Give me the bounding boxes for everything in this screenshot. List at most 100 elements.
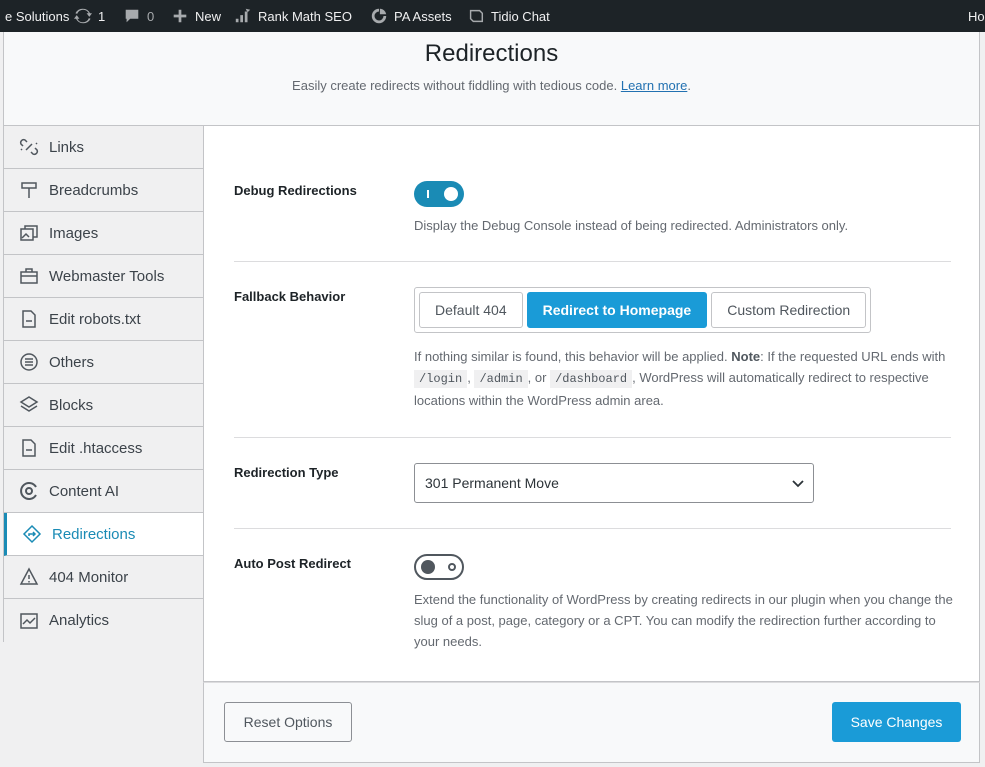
warning-icon <box>19 567 39 587</box>
sidebar-item-label: Redirections <box>52 525 136 543</box>
redirect-to-homepage-option[interactable]: Redirect to Homepage <box>526 292 708 328</box>
toggle-off-indicator <box>448 563 456 571</box>
site-name-link[interactable]: e Solutions <box>5 0 69 32</box>
debug-redirections-label: Debug Redirections <box>234 183 357 198</box>
divider <box>234 261 951 262</box>
dashboard-code: /dashboard <box>550 370 633 388</box>
desc-text: If nothing similar is found, this behavi… <box>414 349 732 364</box>
sidebar-item-images[interactable]: Images <box>4 212 204 255</box>
blocks-icon <box>19 395 39 415</box>
sidebar-item-others[interactable]: Others <box>4 341 204 384</box>
sidebar-item-label: Blocks <box>49 396 94 414</box>
list-circle-icon <box>19 352 39 372</box>
login-code: /login <box>414 370 468 388</box>
divider <box>234 528 951 529</box>
sidebar-item-robots[interactable]: Edit robots.txt <box>4 298 204 341</box>
sidebar-item-webmaster-tools[interactable]: Webmaster Tools <box>4 255 204 298</box>
links-icon <box>19 137 39 157</box>
auto-post-redirect-body: Extend the functionality of WordPress by… <box>414 554 954 652</box>
subtitle-text: Easily create redirects without fiddling… <box>292 78 618 93</box>
rank-math-icon <box>234 7 252 25</box>
sidebar-item-redirections[interactable]: Redirections <box>4 513 205 556</box>
desc-text: : If the requested URL ends with <box>760 349 946 364</box>
signpost-icon <box>19 180 39 200</box>
chevron-down-icon <box>791 476 805 490</box>
tidio-link[interactable]: Tidio Chat <box>467 0 550 32</box>
toggle-on-indicator <box>427 190 429 198</box>
desc-text: , or <box>527 370 551 385</box>
howdy-label: Ho <box>968 8 985 24</box>
sidebar-item-links[interactable]: Links <box>4 126 204 169</box>
comments-link[interactable]: 0 <box>123 0 154 32</box>
debug-redirections-toggle[interactable] <box>414 181 464 207</box>
comments-count: 0 <box>147 8 155 24</box>
redirection-type-label: Redirection Type <box>234 465 339 480</box>
file-icon <box>19 438 39 458</box>
pa-assets-icon <box>370 7 388 25</box>
sidebar-item-label: Breadcrumbs <box>49 181 139 199</box>
pa-assets-link[interactable]: PA Assets <box>370 0 452 32</box>
subtitle-period: . <box>687 78 691 93</box>
settings-panel: Debug Redirections Display the Debug Con… <box>203 126 980 682</box>
auto-post-redirect-description: Extend the functionality of WordPress by… <box>414 592 953 649</box>
sidebar-item-htaccess[interactable]: Edit .htaccess <box>4 427 204 470</box>
admin-code: /admin <box>474 370 528 388</box>
sidebar-item-analytics[interactable]: Analytics <box>4 599 204 642</box>
my-account-link[interactable]: Ho <box>968 0 985 32</box>
sidebar-item-label: Images <box>49 224 99 242</box>
new-content-link[interactable]: New <box>171 0 221 32</box>
pa-assets-label: PA Assets <box>394 8 452 24</box>
file-icon <box>19 309 39 329</box>
note-label: Note <box>731 349 761 364</box>
page-title: Redirections <box>424 40 559 67</box>
sidebar-item-label: Edit .htaccess <box>49 439 143 457</box>
page-subtitle: Easily create redirects without fiddling… <box>4 78 979 93</box>
sidebar-item-404-monitor[interactable]: 404 Monitor <box>4 556 204 599</box>
default-404-option[interactable]: Default 404 <box>419 292 523 328</box>
rank-math-label: Rank Math SEO <box>258 8 352 24</box>
divider <box>234 437 951 438</box>
save-changes-button[interactable]: Save Changes <box>832 702 961 742</box>
sidebar-item-label: Content AI <box>49 482 120 500</box>
plus-icon <box>171 7 189 25</box>
sidebar-item-content-ai[interactable]: Content AI <box>4 470 204 513</box>
fallback-behavior-label: Fallback Behavior <box>234 289 346 304</box>
comment-icon <box>123 7 141 25</box>
sidebar-item-label: 404 Monitor <box>49 568 129 586</box>
redirection-type-body: 301 Permanent Move <box>414 463 954 503</box>
images-icon <box>19 223 39 243</box>
learn-more-link[interactable]: Learn more <box>621 78 687 93</box>
page-header: Redirections Easily create redirects wit… <box>3 32 980 126</box>
redirect-icon <box>22 524 42 544</box>
updates-link[interactable]: 1 <box>74 0 105 32</box>
fallback-behavior-description: If nothing similar is found, this behavi… <box>414 346 954 411</box>
sidebar-item-blocks[interactable]: Blocks <box>4 384 204 427</box>
fallback-behavior-options: Default 404 Redirect to Homepage Custom … <box>414 287 872 333</box>
debug-redirections-body: Display the Debug Console instead of bei… <box>414 181 954 236</box>
reset-options-button[interactable]: Reset Options <box>224 702 352 742</box>
rank-math-link[interactable]: Rank Math SEO <box>234 0 352 32</box>
settings-footer: Reset Options Save Changes <box>203 682 980 763</box>
updates-icon <box>74 7 92 25</box>
auto-post-redirect-label: Auto Post Redirect <box>234 556 352 571</box>
site-name-label: e Solutions <box>5 8 70 24</box>
content-ai-icon <box>19 481 39 501</box>
redirection-type-value: 301 Permanent Move <box>425 475 559 491</box>
sidebar-item-label: Links <box>49 138 85 156</box>
sidebar-item-label: Others <box>49 353 95 371</box>
custom-redirection-option[interactable]: Custom Redirection <box>711 292 867 328</box>
sidebar-item-label: Edit robots.txt <box>49 310 141 328</box>
tidio-label: Tidio Chat <box>491 8 550 24</box>
toggle-knob <box>444 187 458 201</box>
tidio-chat-icon <box>467 7 485 25</box>
fallback-behavior-body: Default 404 Redirect to Homepage Custom … <box>414 287 954 411</box>
sidebar-item-breadcrumbs[interactable]: Breadcrumbs <box>4 169 204 212</box>
auto-post-redirect-toggle[interactable] <box>414 554 464 580</box>
settings-sidebar: Links Breadcrumbs Images Webmaster Tools… <box>3 126 205 642</box>
toggle-knob <box>421 560 435 574</box>
debug-redirections-description: Display the Debug Console instead of bei… <box>414 218 849 233</box>
briefcase-icon <box>19 266 39 286</box>
sidebar-item-label: Webmaster Tools <box>49 267 165 285</box>
redirection-type-select[interactable]: 301 Permanent Move <box>414 463 814 503</box>
analytics-icon <box>19 611 39 631</box>
